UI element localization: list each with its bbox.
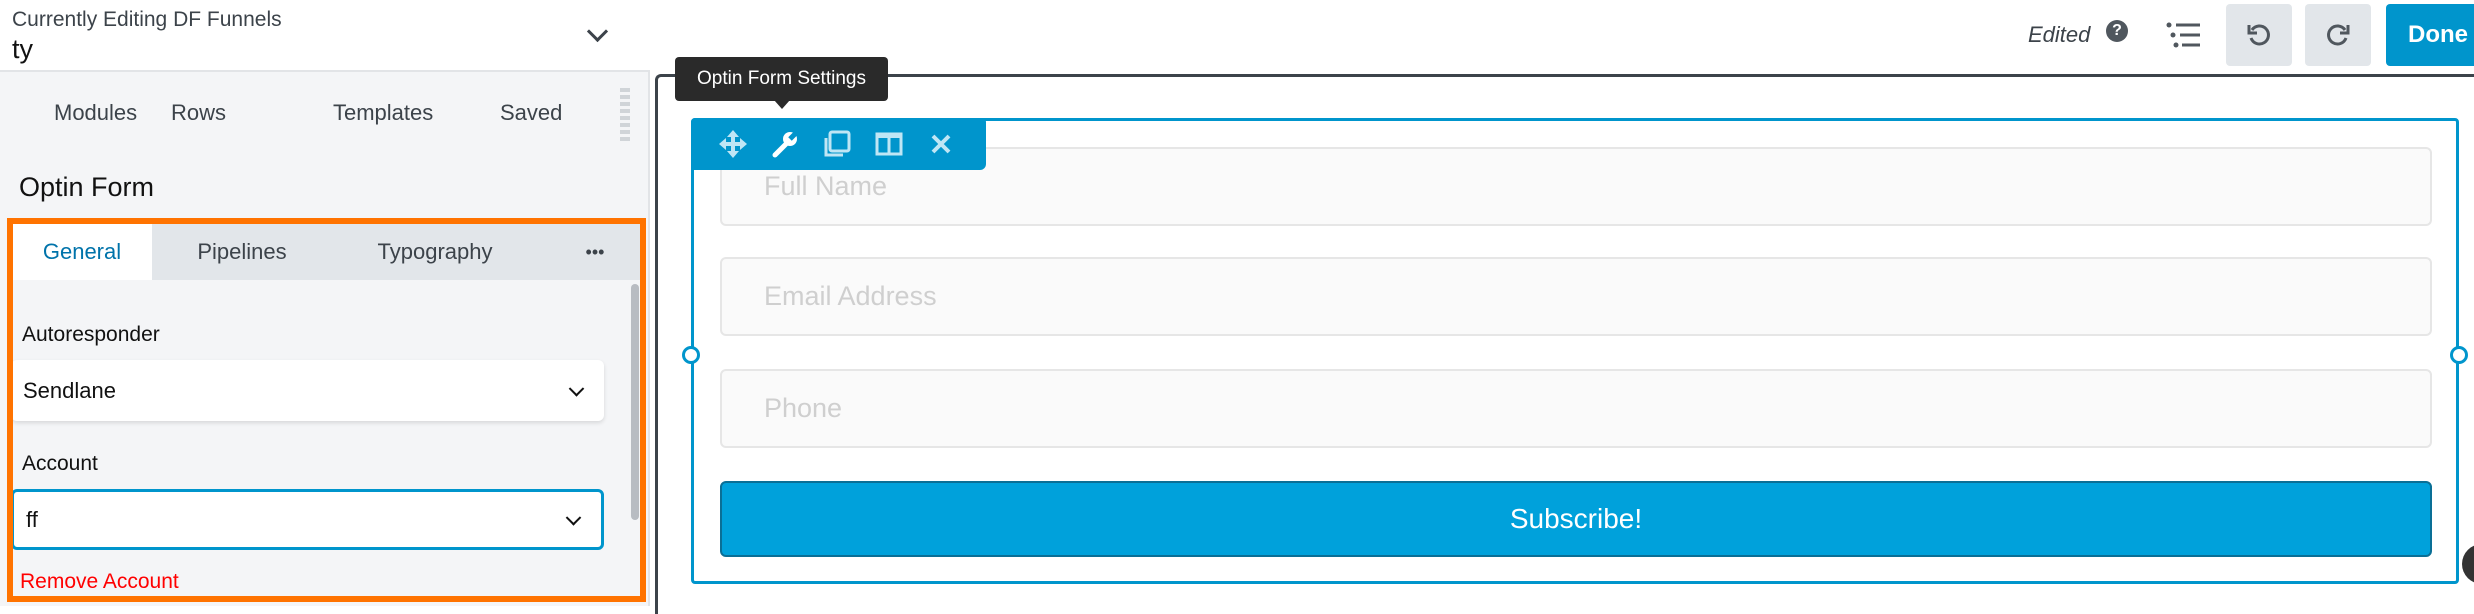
resize-handle-right[interactable]	[2450, 346, 2468, 364]
page-name: ty	[12, 34, 34, 64]
account-label: Account	[22, 452, 98, 475]
autoresponder-label: Autoresponder	[22, 323, 160, 346]
tab-general[interactable]: General	[12, 224, 152, 280]
tooltip: Optin Form Settings	[675, 57, 888, 101]
tab-saved[interactable]: Saved	[500, 100, 562, 126]
account-value: ff	[26, 506, 38, 532]
move-icon[interactable]	[707, 118, 759, 169]
more-tabs-icon[interactable]: •••	[565, 224, 625, 280]
account-select[interactable]: ff	[11, 489, 604, 550]
undo-button[interactable]	[2226, 4, 2292, 66]
chevron-down-icon[interactable]	[586, 20, 609, 43]
tab-rows[interactable]: Rows	[171, 100, 226, 126]
duplicate-icon[interactable]	[811, 118, 863, 169]
autoresponder-value: Sendlane	[23, 377, 116, 403]
edited-status: Edited	[2028, 22, 2091, 47]
help-icon[interactable]: ?	[2106, 20, 2128, 42]
outline-list-icon[interactable]	[2166, 22, 2200, 48]
remove-account-link[interactable]: Remove Account	[20, 570, 179, 594]
scrollbar[interactable]	[631, 284, 639, 520]
wrench-icon[interactable]	[759, 118, 811, 169]
columns-icon[interactable]	[863, 118, 915, 169]
tab-pipelines[interactable]: Pipelines	[172, 224, 312, 280]
phone-input[interactable]: Phone	[720, 369, 2432, 448]
tab-templates[interactable]: Templates	[333, 100, 433, 126]
drag-handle-icon[interactable]	[620, 88, 630, 142]
tooltip-arrow	[774, 100, 790, 109]
resize-handle-left[interactable]	[682, 346, 700, 364]
builder-panel: Currently Editing DF Funnels ty Modules …	[0, 0, 650, 606]
chevron-down-icon	[565, 509, 582, 526]
redo-icon	[2327, 24, 2350, 46]
email-input[interactable]: Email Address	[720, 257, 2432, 336]
tab-typography[interactable]: Typography	[355, 224, 515, 280]
done-button[interactable]: Done	[2386, 4, 2474, 66]
module-title: Optin Form	[19, 172, 155, 202]
close-icon[interactable]	[915, 118, 967, 169]
chevron-down-icon	[568, 380, 585, 397]
autoresponder-select[interactable]: Sendlane	[11, 360, 604, 421]
tab-modules[interactable]: Modules	[54, 100, 137, 126]
subscribe-button[interactable]: Subscribe!	[720, 481, 2432, 557]
panel-header[interactable]: Currently Editing DF Funnels ty	[0, 0, 650, 72]
undo-icon	[2247, 24, 2270, 46]
module-toolbar	[691, 118, 986, 170]
editing-label: Currently Editing DF Funnels	[12, 8, 282, 31]
redo-button[interactable]	[2305, 4, 2371, 66]
